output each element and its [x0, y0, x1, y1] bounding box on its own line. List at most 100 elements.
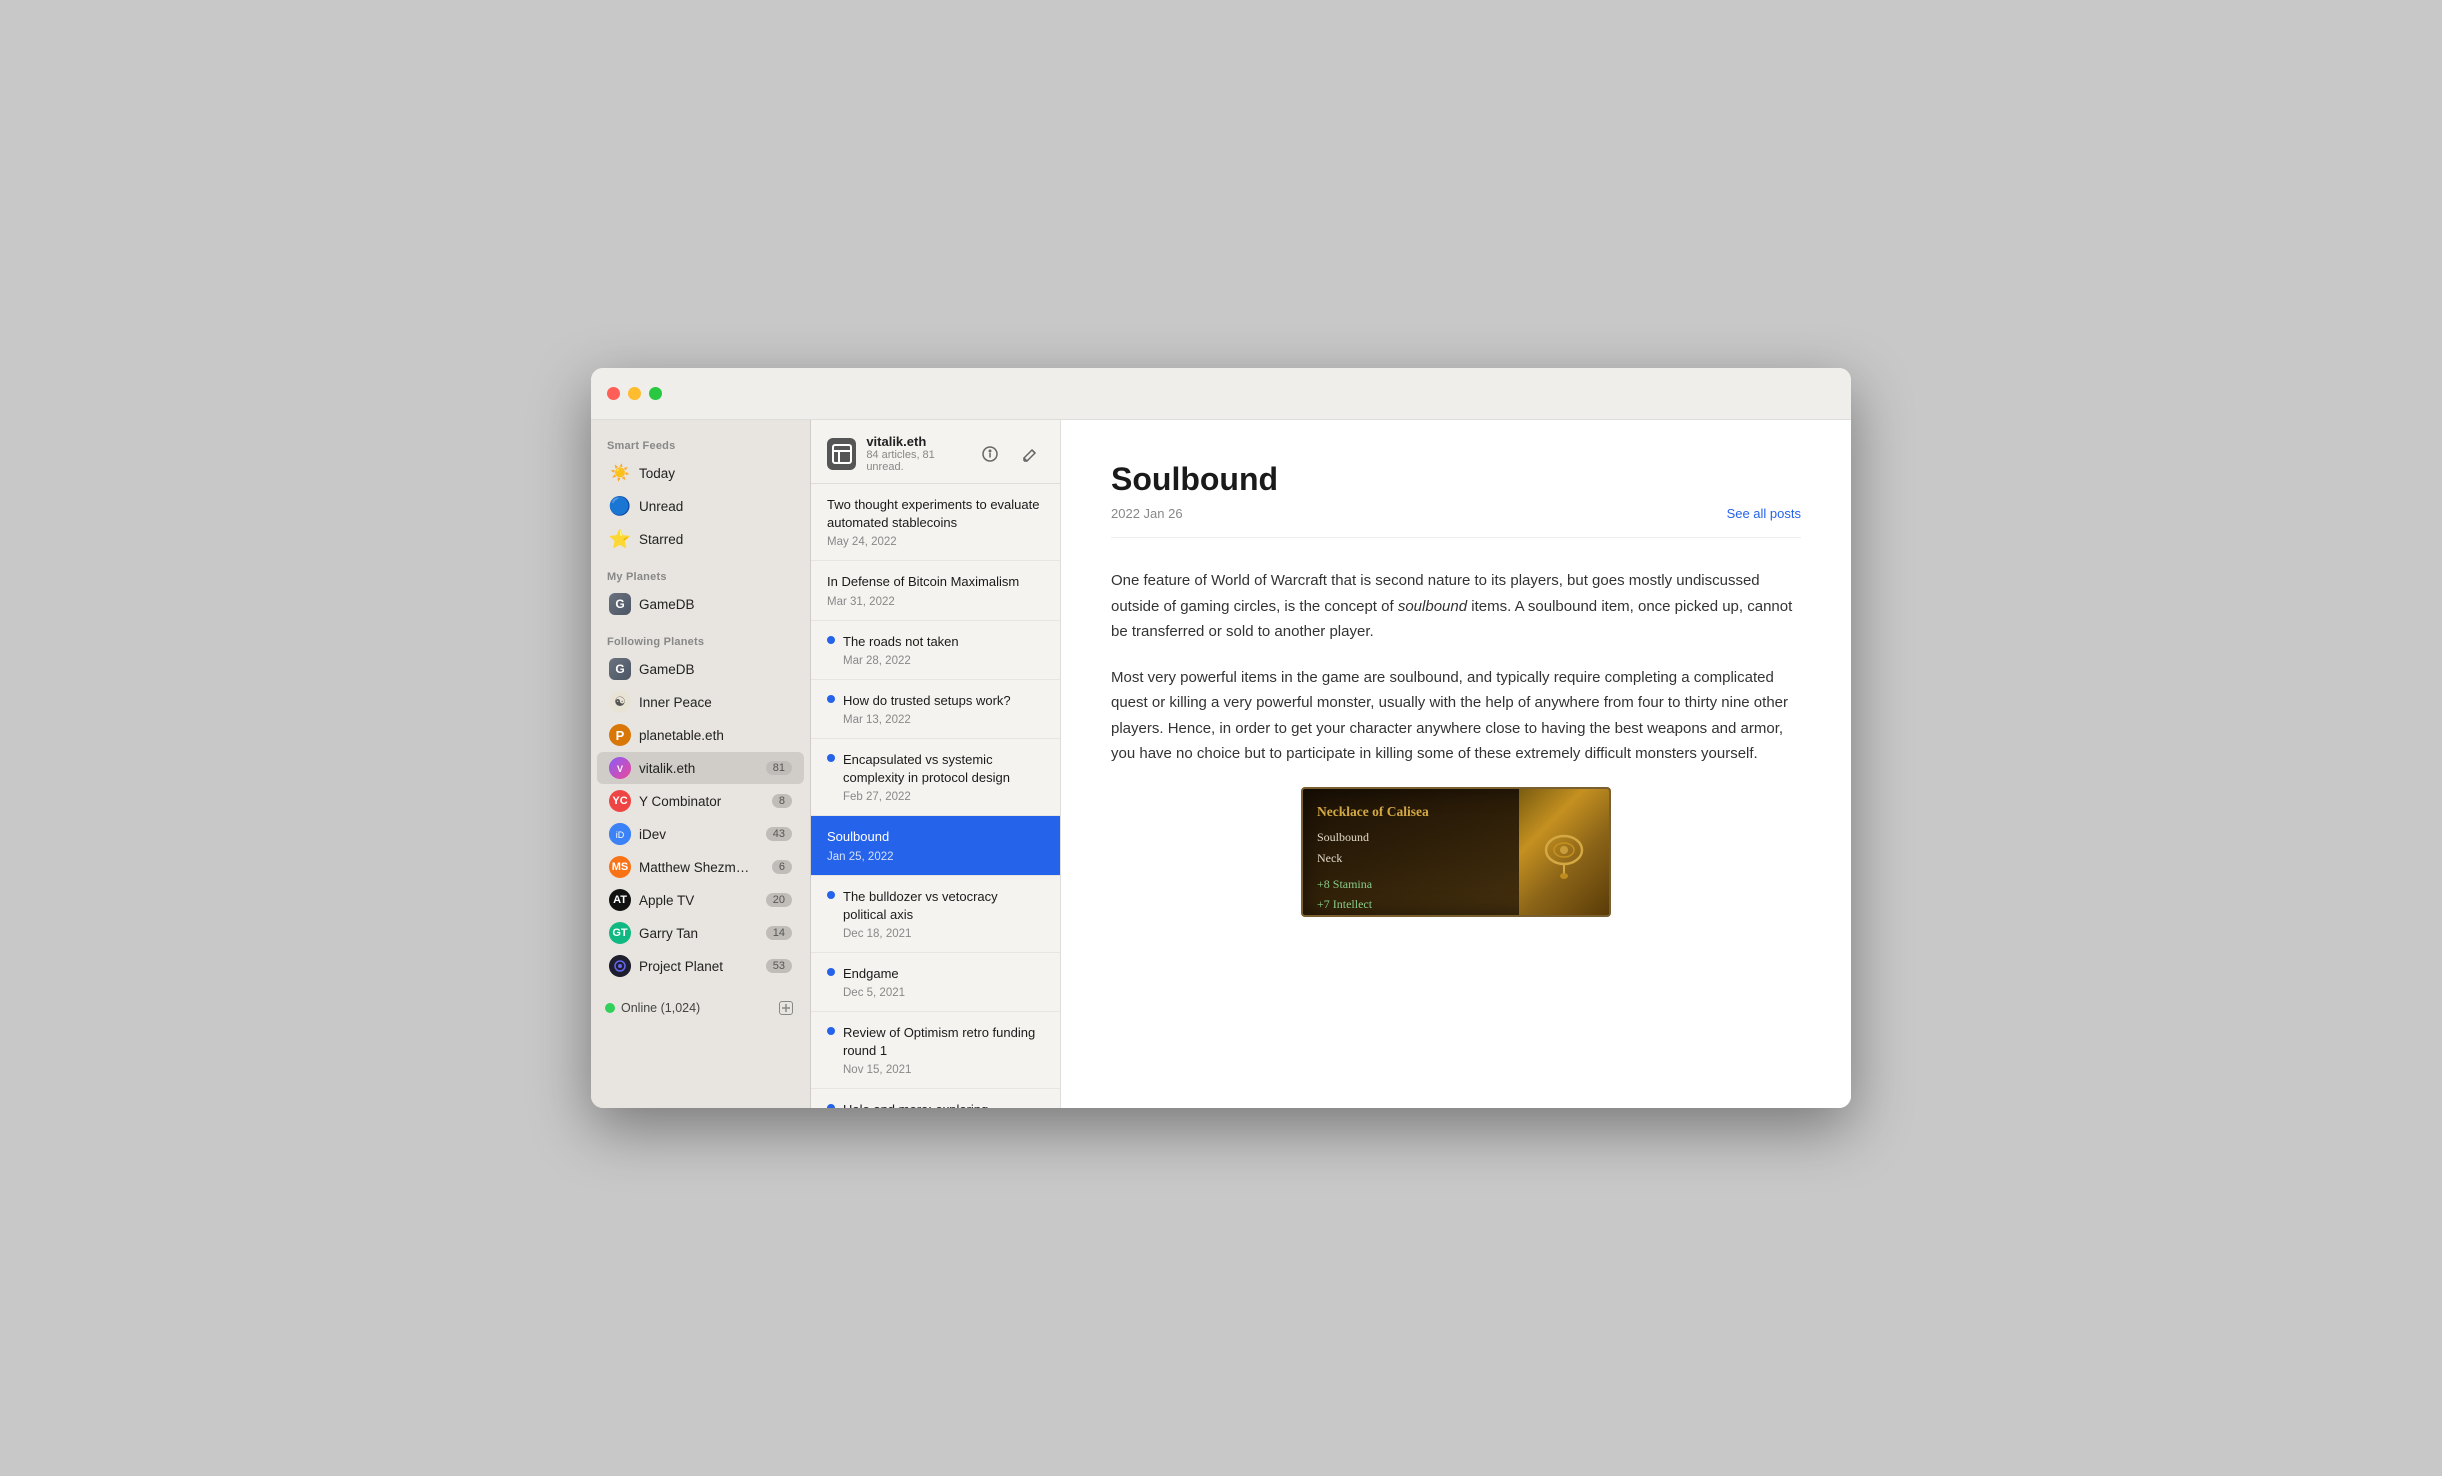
article-date-1: May 24, 2022: [827, 536, 1044, 548]
ycombinator-badge: 8: [772, 794, 792, 808]
sidebar-item-vitalik[interactable]: V vitalik.eth 81: [597, 752, 804, 784]
titlebar: [591, 368, 1851, 420]
sidebar-item-label-planetable: planetable.eth: [639, 728, 792, 743]
sidebar-item-label-garrytan: Garry Tan: [639, 926, 758, 941]
traffic-lights: [607, 387, 662, 400]
online-dot: [605, 1003, 615, 1013]
idev-badge: 43: [766, 827, 792, 841]
sidebar-item-label-inner-peace: Inner Peace: [639, 695, 792, 710]
reader-date: 2022 Jan 26: [1111, 506, 1183, 521]
sidebar-item-gamedb-follow[interactable]: G GameDB: [597, 653, 804, 685]
sidebar-item-appletv[interactable]: AT Apple TV 20: [597, 884, 804, 916]
article-title-7: The bulldozer vs vetocracy political axi…: [843, 888, 1044, 924]
online-status-bar: Online (1,024): [591, 990, 810, 1026]
article-item-3[interactable]: The roads not taken Mar 28, 2022: [811, 621, 1060, 680]
info-button[interactable]: [976, 440, 1004, 468]
svg-text:iD: iD: [616, 830, 625, 840]
article-title-1: Two thought experiments to evaluate auto…: [827, 496, 1044, 532]
article-list-panel: vitalik.eth 84 articles, 81 unread. Two: [811, 420, 1061, 1108]
sidebar-item-label-unread: Unread: [639, 499, 792, 514]
sidebar-item-idev[interactable]: iD iDev 43: [597, 818, 804, 850]
article-item-1[interactable]: Two thought experiments to evaluate auto…: [811, 484, 1060, 561]
sidebar-item-label-project-planet: Project Planet: [639, 959, 758, 974]
reader-panel: Soulbound 2022 Jan 26 See all posts One …: [1061, 420, 1851, 1108]
game-item-stat2: +7 Intellect: [1317, 894, 1509, 914]
reader-body: One feature of World of Warcraft that is…: [1111, 568, 1801, 917]
article-title-6: Soulbound: [827, 828, 1044, 846]
article-date-8: Dec 5, 2021: [843, 987, 1044, 999]
today-icon: ☀️: [609, 462, 631, 484]
minimize-button[interactable]: [628, 387, 641, 400]
unread-indicator-4: [827, 695, 835, 703]
matthew-icon: MS: [609, 856, 631, 878]
see-all-posts-link[interactable]: See all posts: [1727, 506, 1801, 521]
sidebar-item-planetable[interactable]: P planetable.eth: [597, 719, 804, 751]
article-item-6[interactable]: Soulbound Jan 25, 2022: [811, 816, 1060, 875]
article-item-2[interactable]: In Defense of Bitcoin Maximalism Mar 31,…: [811, 561, 1060, 620]
article-title-4: How do trusted setups work?: [843, 692, 1044, 710]
planetable-icon: P: [609, 724, 631, 746]
reader-paragraph-1: One feature of World of Warcraft that is…: [1111, 568, 1801, 645]
add-online-button[interactable]: [776, 998, 796, 1018]
article-item-7[interactable]: The bulldozer vs vetocracy political axi…: [811, 876, 1060, 953]
unread-indicator-7: [827, 891, 835, 899]
fullscreen-button[interactable]: [649, 387, 662, 400]
unread-indicator-9: [827, 1027, 835, 1035]
svg-text:V: V: [617, 764, 623, 774]
game-item-box: Necklace of Calisea Soulbound Neck +8 St…: [1301, 787, 1611, 917]
unread-indicator-8: [827, 968, 835, 976]
compose-button[interactable]: [1016, 440, 1044, 468]
sidebar-item-garrytan[interactable]: GT Garry Tan 14: [597, 917, 804, 949]
unread-indicator-5: [827, 754, 835, 762]
online-label: Online (1,024): [621, 1001, 770, 1015]
smart-feeds-label: Smart Feeds: [591, 432, 810, 456]
sidebar-item-unread[interactable]: 🔵 Unread: [597, 490, 804, 522]
gamedb-mine-icon: G: [609, 593, 631, 615]
sidebar-item-label-idev: iDev: [639, 827, 758, 842]
main-content: Smart Feeds ☀️ Today 🔵 Unread ⭐ Starred …: [591, 420, 1851, 1108]
game-item-stat3: +7 Spirit: [1317, 914, 1509, 917]
sidebar-item-project-planet[interactable]: Project Planet 53: [597, 950, 804, 982]
sidebar-item-starred[interactable]: ⭐ Starred: [597, 523, 804, 555]
close-button[interactable]: [607, 387, 620, 400]
sidebar-item-ycombinator[interactable]: YC Y Combinator 8: [597, 785, 804, 817]
idev-icon: iD: [609, 823, 631, 845]
sidebar-item-today[interactable]: ☀️ Today: [597, 457, 804, 489]
sidebar-item-label-ycombinator: Y Combinator: [639, 794, 764, 809]
gamedb-follow-icon: G: [609, 658, 631, 680]
article-title-3: The roads not taken: [843, 633, 1044, 651]
garrytan-badge: 14: [766, 926, 792, 940]
unread-icon: 🔵: [609, 495, 631, 517]
article-title-5: Encapsulated vs systemic complexity in p…: [843, 751, 1044, 787]
article-title-10: Halo and more: exploring incremental ver…: [843, 1101, 1044, 1108]
article-date-7: Dec 18, 2021: [843, 928, 1044, 940]
sidebar-item-label-matthew: Matthew Shezm…: [639, 860, 764, 875]
matthew-badge: 6: [772, 860, 792, 874]
sidebar-item-label-starred: Starred: [639, 532, 792, 547]
game-item-type2: Neck: [1317, 848, 1509, 868]
sidebar-item-gamedb-mine[interactable]: G GameDB: [597, 588, 804, 620]
sidebar-item-label-today: Today: [639, 466, 792, 481]
article-list-header: vitalik.eth 84 articles, 81 unread.: [811, 420, 1060, 484]
article-date-2: Mar 31, 2022: [827, 596, 1044, 608]
game-item-type1: Soulbound: [1317, 827, 1509, 847]
article-item-10[interactable]: Halo and more: exploring incremental ver…: [811, 1089, 1060, 1108]
inner-peace-icon: ☯: [609, 691, 631, 713]
appletv-icon: AT: [609, 889, 631, 911]
article-item-9[interactable]: Review of Optimism retro funding round 1…: [811, 1012, 1060, 1089]
sidebar-item-inner-peace[interactable]: ☯ Inner Peace: [597, 686, 804, 718]
vitalik-icon: V: [609, 757, 631, 779]
project-planet-icon: [609, 955, 631, 977]
sidebar-item-label-appletv: Apple TV: [639, 893, 758, 908]
article-item-8[interactable]: Endgame Dec 5, 2021: [811, 953, 1060, 1012]
article-date-4: Mar 13, 2022: [843, 714, 1044, 726]
game-item-image: [1519, 789, 1609, 915]
source-subtitle: 84 articles, 81 unread.: [866, 449, 966, 473]
reader-title: Soulbound: [1111, 460, 1801, 498]
article-item-5[interactable]: Encapsulated vs systemic complexity in p…: [811, 739, 1060, 816]
app-window: Smart Feeds ☀️ Today 🔵 Unread ⭐ Starred …: [591, 368, 1851, 1108]
my-planets-label: My Planets: [591, 563, 810, 587]
article-item-4[interactable]: How do trusted setups work? Mar 13, 2022: [811, 680, 1060, 739]
following-planets-label: Following Planets: [591, 628, 810, 652]
sidebar-item-matthew[interactable]: MS Matthew Shezm… 6: [597, 851, 804, 883]
